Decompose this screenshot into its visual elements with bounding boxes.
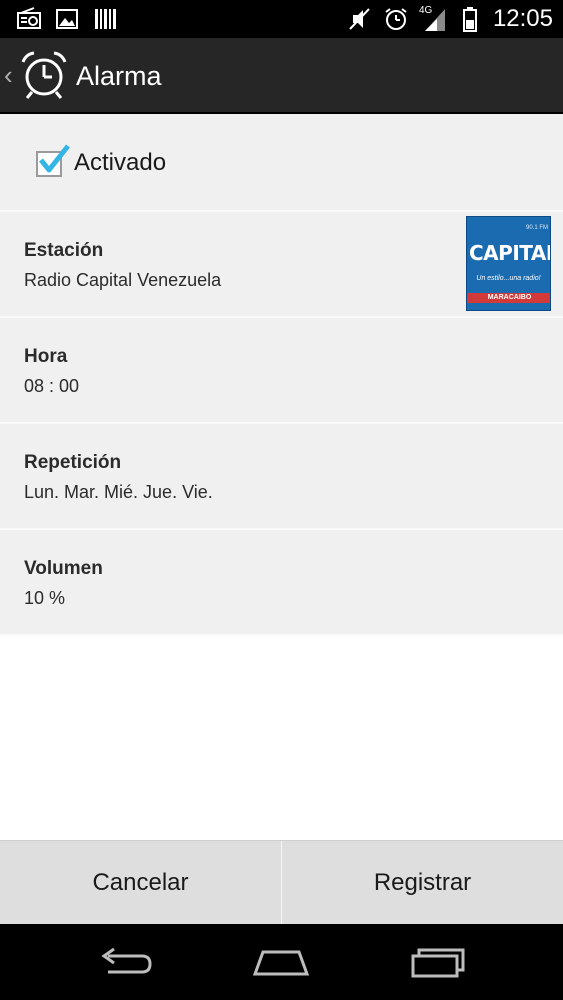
button-bar: Cancelar Registrar bbox=[0, 840, 563, 925]
checkmark-icon bbox=[39, 144, 70, 173]
register-button[interactable]: Registrar bbox=[282, 841, 563, 925]
image-icon bbox=[56, 9, 78, 29]
alarm-icon bbox=[385, 8, 407, 30]
station-logo: 90.1 FM CAPITAL Un estilo...una radio! M… bbox=[466, 216, 551, 311]
item-value: 10 % bbox=[24, 588, 66, 608]
list-item-repeticion[interactable]: Repetición Lun. Mar. Mié. Jue. Vie. bbox=[0, 424, 563, 530]
signal-icon: 4G bbox=[419, 5, 447, 33]
action-bar: ‹ Alarma bbox=[0, 38, 563, 114]
list-item-hora[interactable]: Hora 08 : 00 bbox=[0, 318, 563, 424]
item-value: Radio Capital Venezuela bbox=[24, 270, 222, 290]
logo-frequency: 90.1 FM bbox=[525, 225, 548, 231]
item-value: Lun. Mar. Mié. Jue. Vie. bbox=[24, 482, 213, 502]
logo-word: CAPITAL bbox=[469, 241, 551, 265]
navigation-bar bbox=[0, 924, 563, 1000]
item-title: Repetición bbox=[24, 452, 122, 473]
back-icon[interactable] bbox=[94, 942, 154, 982]
alarm-clock-icon[interactable] bbox=[20, 50, 68, 100]
item-title: Estación bbox=[24, 240, 104, 261]
alarm-settings-list: Activado Estación Radio Capital Venezuel… bbox=[0, 114, 563, 636]
status-clock: 12:05 bbox=[492, 5, 553, 32]
action-bar-title: Alarma bbox=[76, 61, 162, 91]
recent-apps-icon[interactable] bbox=[409, 942, 469, 982]
status-bar: 4G 12:05 bbox=[0, 0, 563, 38]
back-chevron-icon[interactable]: ‹ bbox=[4, 62, 13, 88]
logo-slogan: Un estilo...una radio! bbox=[476, 275, 541, 282]
list-item-volumen[interactable]: Volumen 10 % bbox=[0, 530, 563, 636]
item-value: 08 : 00 bbox=[24, 376, 80, 396]
item-title: Volumen bbox=[24, 558, 103, 579]
home-icon[interactable] bbox=[251, 942, 311, 982]
activado-label: Activado bbox=[74, 149, 167, 176]
item-title: Hora bbox=[24, 346, 68, 367]
activado-row[interactable]: Activado bbox=[0, 114, 563, 212]
radio-icon bbox=[17, 7, 41, 29]
logo-band: MARACAIBO bbox=[467, 293, 550, 303]
list-item-estacion[interactable]: Estación Radio Capital Venezuela 90.1 FM… bbox=[0, 212, 563, 318]
cancel-button[interactable]: Cancelar bbox=[0, 841, 281, 925]
battery-icon bbox=[462, 7, 477, 32]
barcode-icon bbox=[95, 9, 116, 29]
mute-icon bbox=[349, 8, 370, 30]
